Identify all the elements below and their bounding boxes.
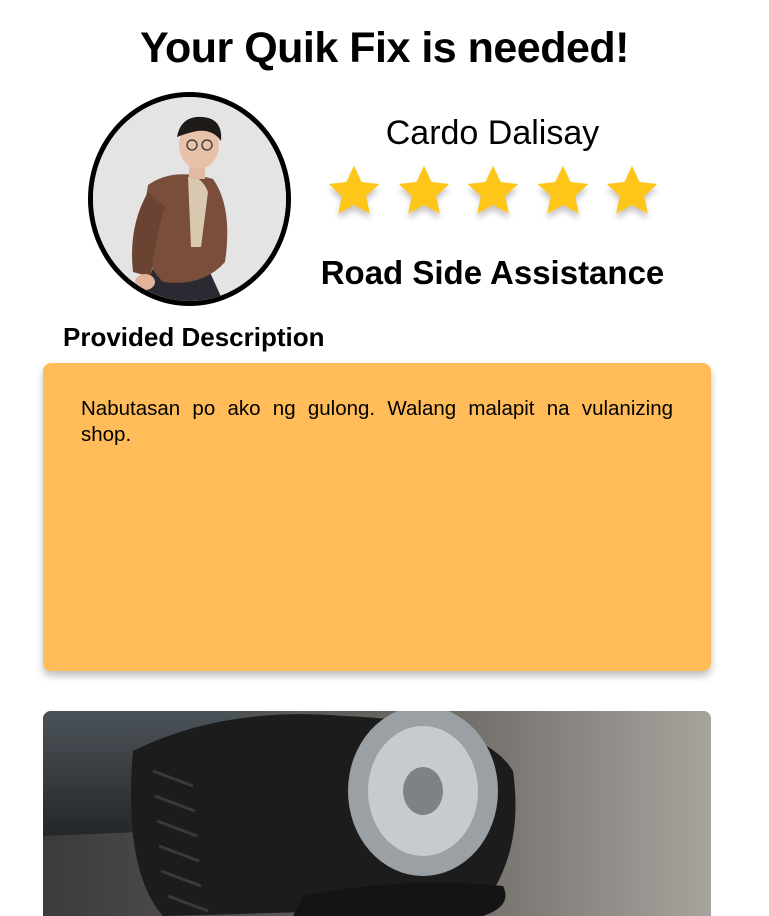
user-name: Cardo Dalisay (385, 114, 600, 152)
page-title: Your Quik Fix is needed! (140, 24, 629, 72)
star-icon (532, 160, 594, 222)
description-label: Provided Description (63, 322, 325, 352)
star-icon (601, 160, 663, 222)
star-icon (323, 160, 385, 222)
attachment-photo[interactable] (43, 711, 711, 916)
star-icon (462, 160, 524, 222)
avatar (88, 92, 291, 306)
star-rating (323, 160, 663, 228)
flat-tire-photo-icon (43, 711, 711, 916)
star-icon (393, 160, 455, 222)
service-type: Road Side Assistance (320, 254, 665, 291)
description-card: Nabutasan po ako ng gulong. Walang malap… (43, 363, 711, 671)
description-text: Nabutasan po ako ng gulong. Walang malap… (81, 397, 673, 446)
user-photo-icon (93, 97, 286, 301)
